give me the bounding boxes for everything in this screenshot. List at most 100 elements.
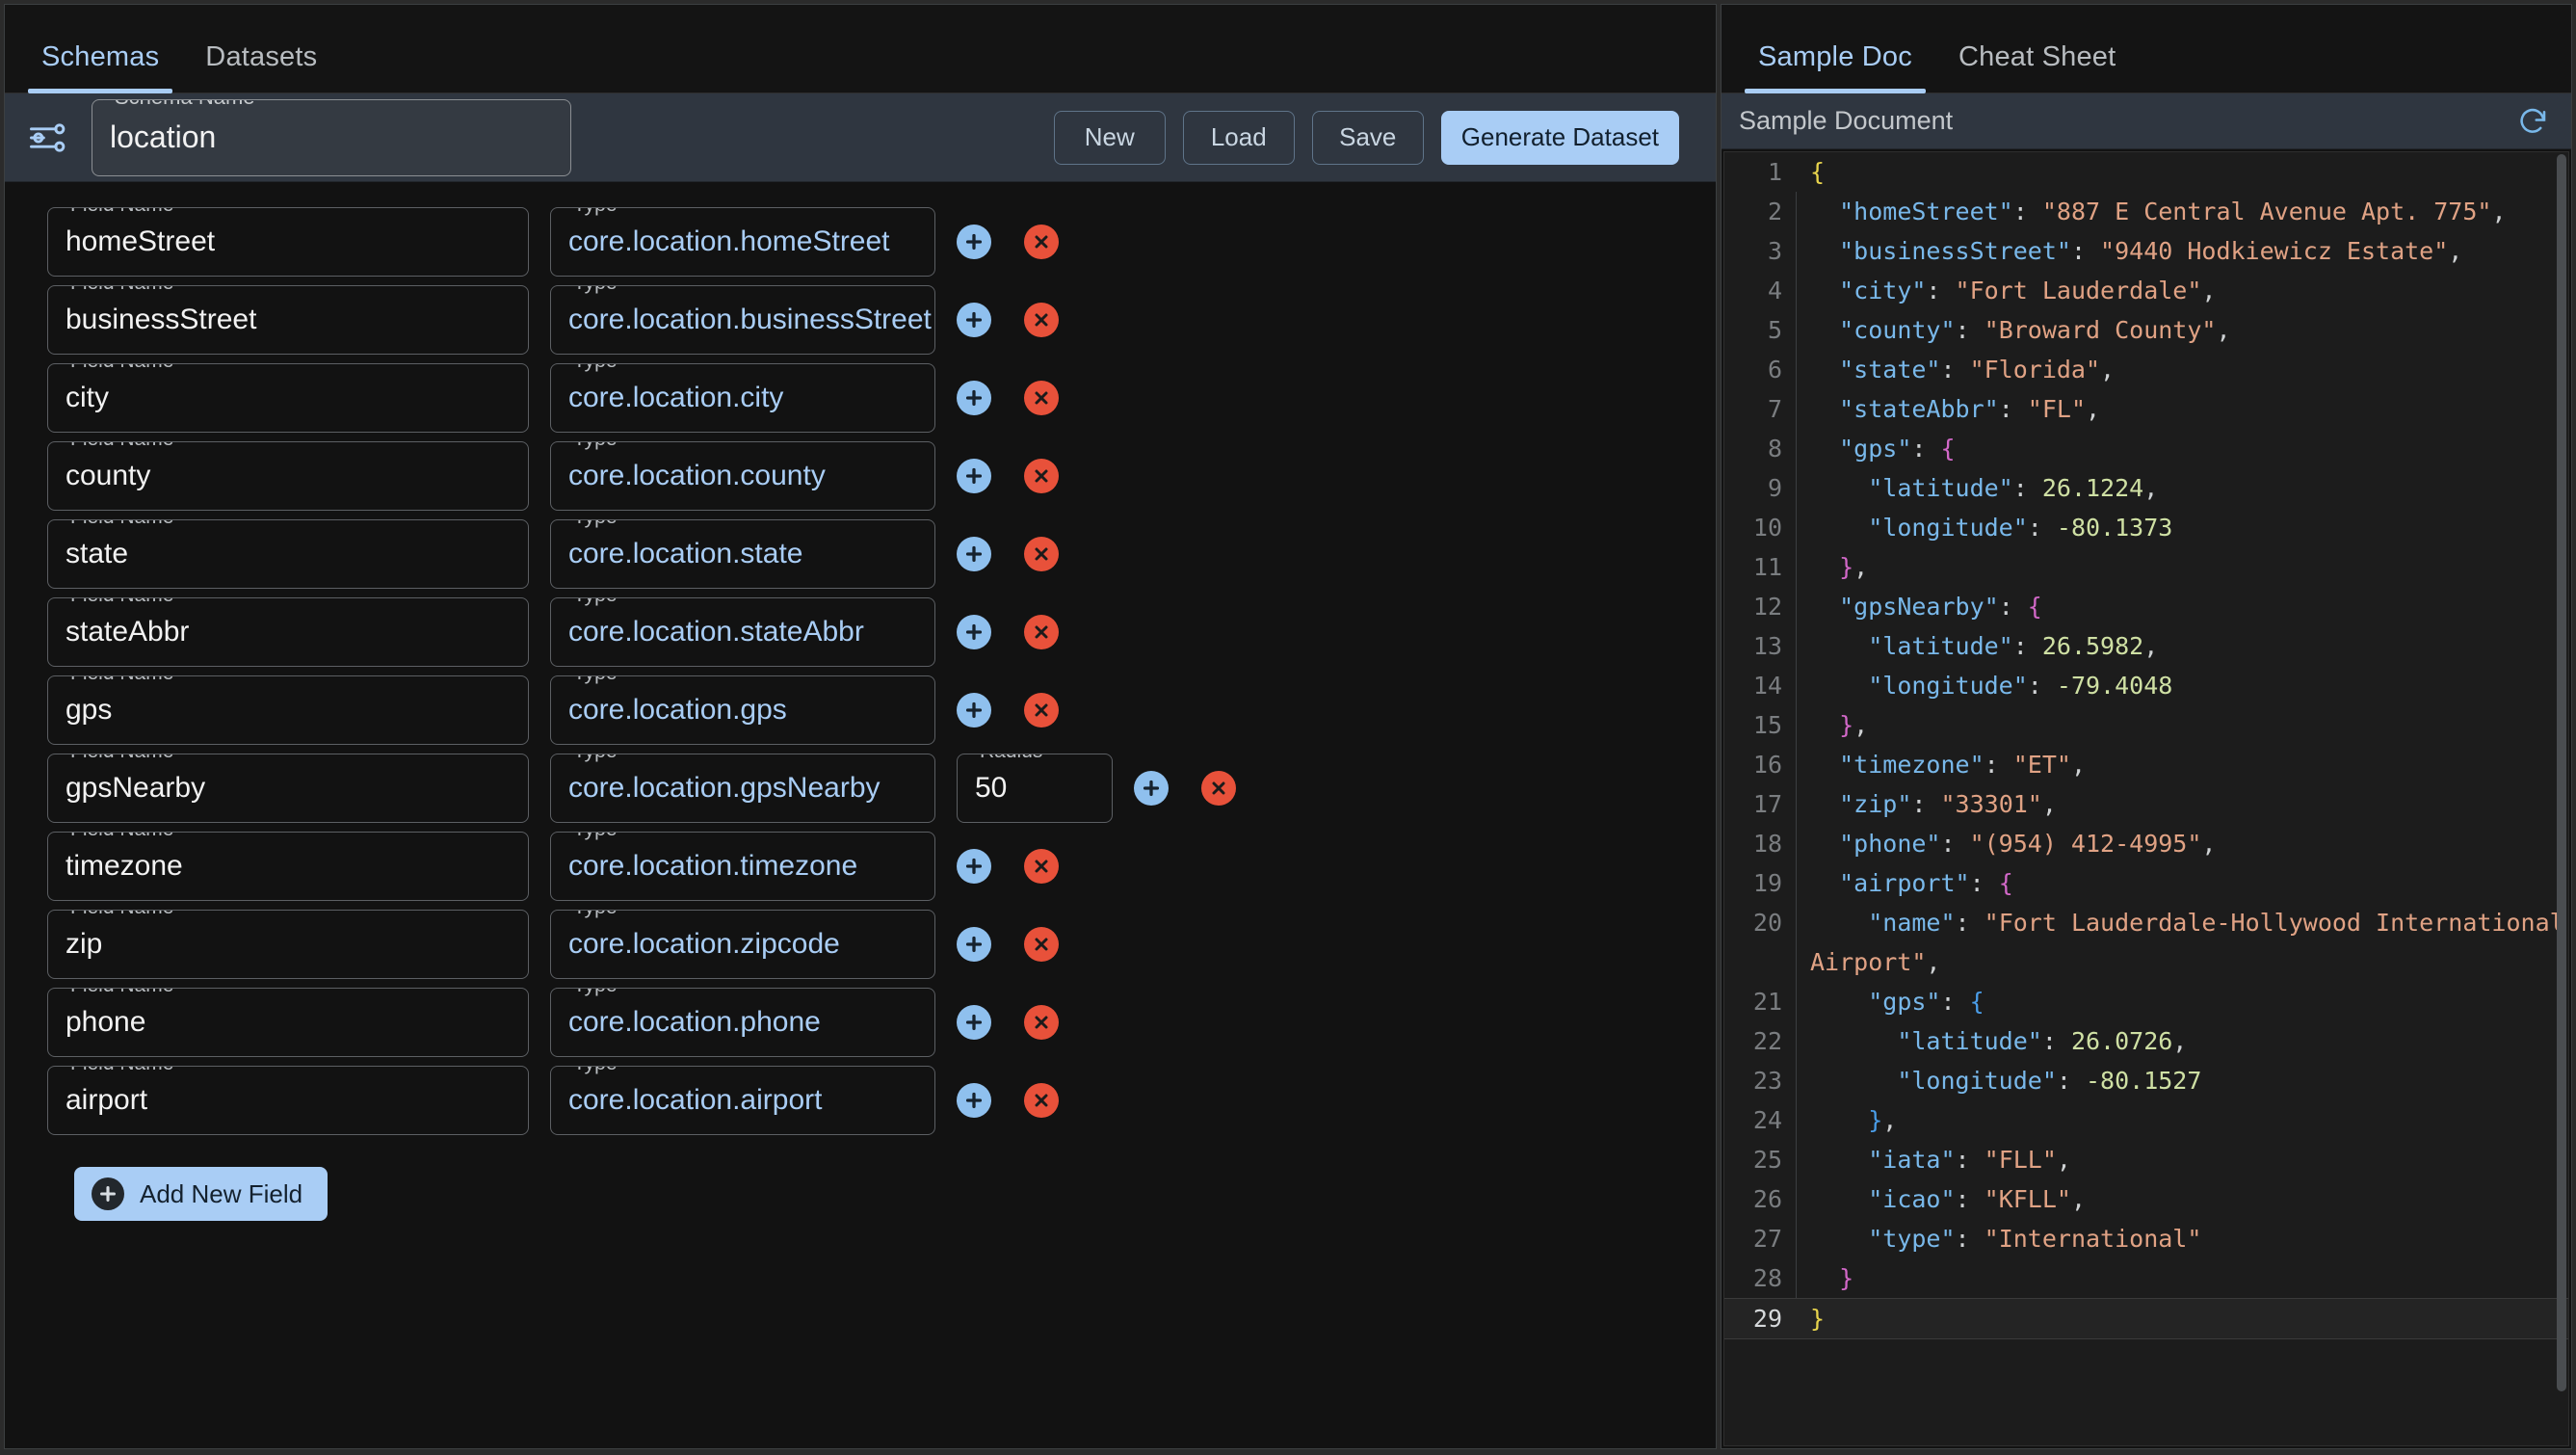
delete-field-icon[interactable] (1024, 693, 1059, 728)
field-name-input-1[interactable]: Field Name businessStreet (47, 285, 529, 355)
line-number: 19 (1752, 869, 1782, 897)
delete-field-icon[interactable] (1024, 927, 1059, 962)
field-name-input-6[interactable]: Field Name gps (47, 675, 529, 745)
type-input-5[interactable]: Type core.location.stateAbbr (550, 597, 935, 667)
line-content: "longitude": -80.1373 (1796, 508, 2568, 547)
add-field-icon[interactable] (957, 849, 991, 884)
line-number: 27 (1752, 1225, 1782, 1253)
field-row: Field Name stateAbbr Type core.location.sta… (5, 597, 1716, 667)
delete-field-icon[interactable] (1024, 1005, 1059, 1040)
add-field-icon[interactable] (957, 1005, 991, 1040)
type-input-11[interactable]: Type core.location.airport (550, 1066, 935, 1135)
radius-label: Radius (973, 754, 1049, 761)
type-input-9[interactable]: Type core.location.zipcode (550, 910, 935, 979)
field-name-input-10[interactable]: Field Name phone (47, 988, 529, 1057)
sliders-icon[interactable] (26, 117, 68, 159)
add-field-icon[interactable] (957, 225, 991, 259)
tab-schemas[interactable]: Schemas (18, 41, 182, 93)
line-number: 2 (1767, 198, 1782, 225)
add-field-icon[interactable] (957, 1083, 991, 1118)
code-line: 25 "iata": "FLL", (1724, 1140, 2568, 1179)
line-content: "timezone": "ET", (1796, 745, 2568, 784)
schema-name-input[interactable]: Schema Name location (92, 98, 571, 176)
field-name-label: Field Name (64, 286, 180, 293)
delete-field-icon[interactable] (1024, 225, 1059, 259)
type-input-4[interactable]: Type core.location.state (550, 519, 935, 589)
type-input-10[interactable]: Type core.location.phone (550, 988, 935, 1057)
schema-toolbar: Schema Name location New Load Save Gener… (5, 93, 1716, 182)
line-content: "state": "Florida", (1796, 350, 2568, 389)
type-input-2[interactable]: Type core.location.city (550, 363, 935, 433)
line-content: "city": "Fort Lauderdale", (1796, 271, 2568, 310)
delete-field-icon[interactable] (1024, 849, 1059, 884)
code-line: 13 "latitude": 26.5982, (1724, 626, 2568, 666)
type-input-2-value: core.location.city (568, 382, 784, 413)
code-line: 21 "gps": { (1724, 982, 2568, 1021)
type-input-0[interactable]: Type core.location.homeStreet (550, 207, 935, 277)
type-input-6[interactable]: Type core.location.gps (550, 675, 935, 745)
type-input-7[interactable]: Type core.location.gpsNearby (550, 754, 935, 823)
add-field-icon[interactable] (957, 303, 991, 337)
field-name-input-4[interactable]: Field Name state (47, 519, 529, 589)
radius-input-7[interactable]: Radius 50 (957, 754, 1113, 823)
delete-field-icon[interactable] (1024, 381, 1059, 415)
field-name-label: Field Name (64, 989, 180, 995)
line-number: 7 (1767, 395, 1782, 423)
type-input-3[interactable]: Type core.location.county (550, 441, 935, 511)
type-label: Type (566, 676, 624, 683)
code-scrollbar[interactable] (2557, 154, 2566, 1443)
delete-field-icon[interactable] (1024, 459, 1059, 493)
field-name-input-4-value: state (66, 538, 129, 569)
field-row: Field Name gpsNearby Type core.location.gps… (5, 754, 1716, 823)
delete-field-icon[interactable] (1024, 615, 1059, 649)
field-name-input-11[interactable]: Field Name airport (47, 1066, 529, 1135)
line-content: "gps": { (1796, 429, 2568, 468)
tab-datasets[interactable]: Datasets (182, 41, 340, 93)
load-button[interactable]: Load (1182, 110, 1295, 165)
sample-doc-code[interactable]: 1{2 "homeStreet": "887 E Central Avenue … (1723, 151, 2569, 1446)
field-name-input-7[interactable]: Field Name gpsNearby (47, 754, 529, 823)
type-label: Type (566, 208, 624, 215)
field-row: Field Name homeStreet Type core.location.ho… (5, 207, 1716, 277)
type-input-1[interactable]: Type core.location.businessStreet (550, 285, 935, 355)
code-line: 27 "type": "International" (1724, 1219, 2568, 1258)
field-name-input-5[interactable]: Field Name stateAbbr (47, 597, 529, 667)
add-field-icon[interactable] (1134, 771, 1169, 806)
field-name-input-3[interactable]: Field Name county (47, 441, 529, 511)
add-field-icon[interactable] (957, 459, 991, 493)
field-name-label: Field Name (64, 911, 180, 917)
delete-field-icon[interactable] (1201, 771, 1236, 806)
type-input-8[interactable]: Type core.location.timezone (550, 832, 935, 901)
field-row: Field Name state Type core.location.state (5, 519, 1716, 589)
save-button[interactable]: Save (1311, 110, 1424, 165)
add-field-icon[interactable] (957, 693, 991, 728)
type-label: Type (566, 442, 624, 449)
field-name-input-0[interactable]: Field Name homeStreet (47, 207, 529, 277)
tab-sample-doc[interactable]: Sample Doc (1735, 41, 1935, 93)
delete-field-icon[interactable] (1024, 537, 1059, 571)
type-input-11-value: core.location.airport (568, 1084, 823, 1116)
code-line: 14 "longitude": -79.4048 (1724, 666, 2568, 705)
code-line: 5 "county": "Broward County", (1724, 310, 2568, 350)
add-field-icon[interactable] (957, 615, 991, 649)
delete-field-icon[interactable] (1024, 303, 1059, 337)
line-content: "iata": "FLL", (1796, 1140, 2568, 1179)
generate-dataset-button[interactable]: Generate Dataset (1440, 110, 1679, 165)
field-name-input-2[interactable]: Field Name city (47, 363, 529, 433)
add-new-field-button[interactable]: Add New Field (74, 1167, 329, 1221)
tab-cheat-sheet[interactable]: Cheat Sheet (1935, 41, 2139, 93)
line-content: "stateAbbr": "FL", (1796, 389, 2568, 429)
refresh-icon[interactable] (2515, 104, 2550, 139)
delete-field-icon[interactable] (1024, 1083, 1059, 1118)
add-field-icon[interactable] (957, 927, 991, 962)
field-name-input-8[interactable]: Field Name timezone (47, 832, 529, 901)
new-button[interactable]: New (1053, 110, 1166, 165)
line-number: 6 (1767, 356, 1782, 384)
add-field-icon[interactable] (957, 537, 991, 571)
field-name-label: Field Name (64, 520, 180, 527)
add-field-icon[interactable] (957, 381, 991, 415)
field-name-label: Field Name (64, 1067, 180, 1073)
line-number: 20 (1752, 909, 1782, 937)
field-name-input-9[interactable]: Field Name zip (47, 910, 529, 979)
line-number: 25 (1752, 1146, 1782, 1174)
